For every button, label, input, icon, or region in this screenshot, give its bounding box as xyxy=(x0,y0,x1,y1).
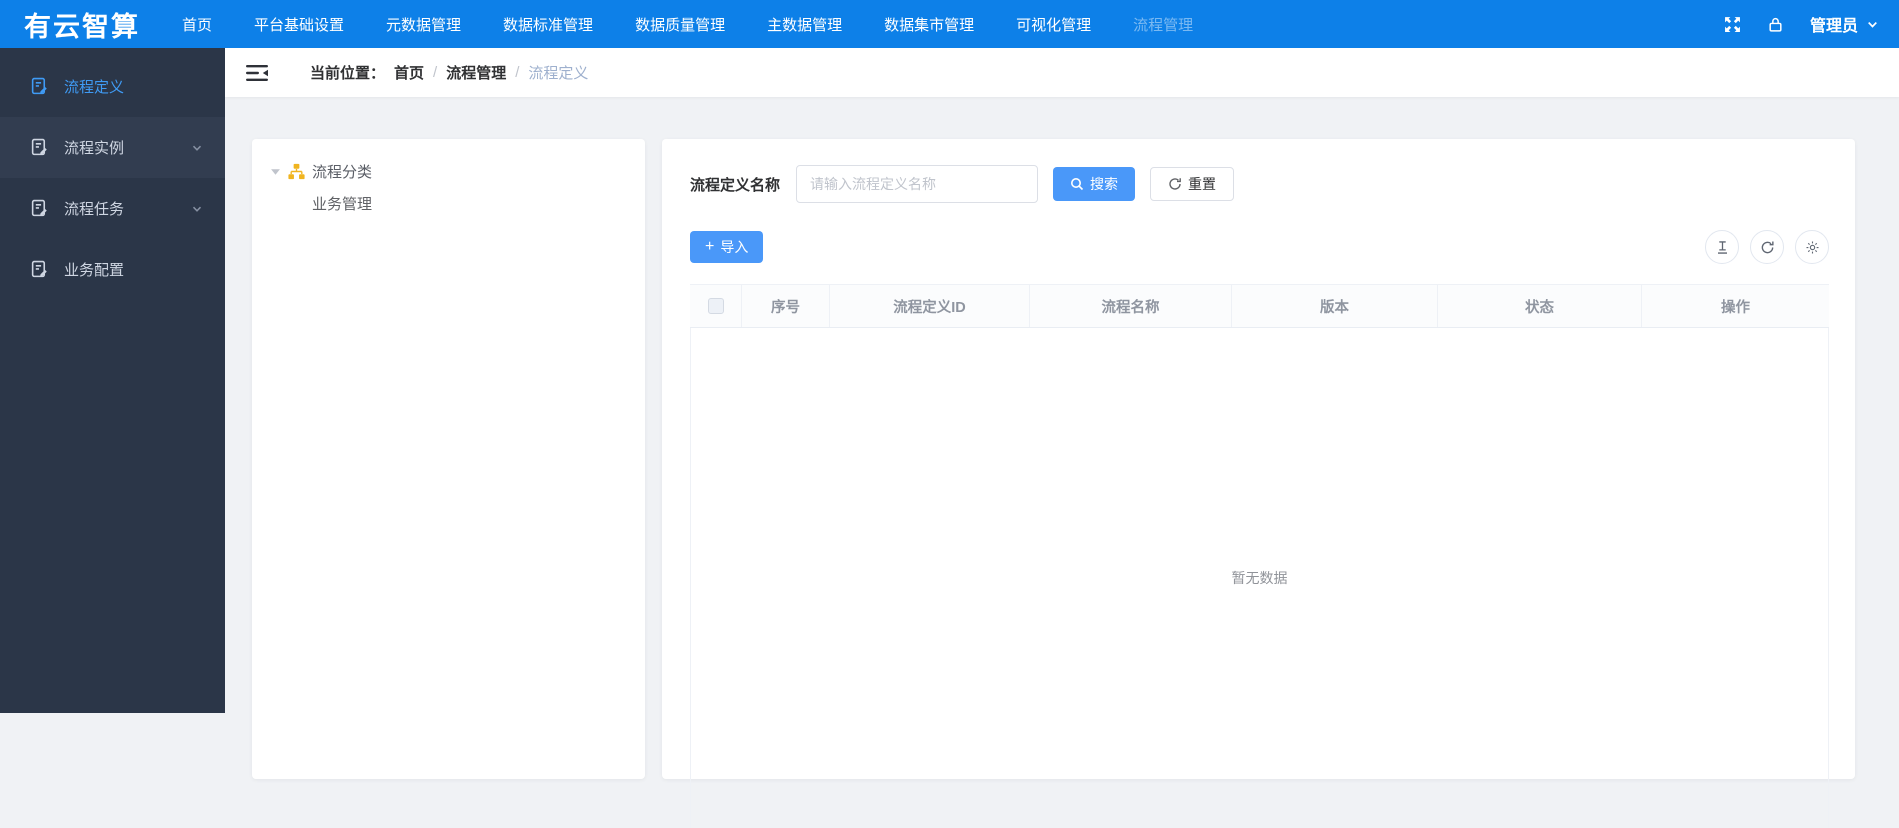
sidebar-item-label: 业务配置 xyxy=(64,262,125,279)
column-header-actions: 操作 xyxy=(1721,299,1750,316)
tree-node-process-category[interactable]: 流程分类 xyxy=(270,161,629,182)
breadcrumb-item-process-management[interactable]: 流程管理 xyxy=(446,62,506,83)
category-tree-panel: 流程分类 业务管理 xyxy=(252,139,645,779)
select-all-checkbox[interactable] xyxy=(707,298,724,314)
breadcrumb-item-home[interactable]: 首页 xyxy=(394,62,424,83)
breadcrumb-separator: / xyxy=(515,64,520,81)
document-edit-icon xyxy=(30,260,49,279)
column-header-index: 序号 xyxy=(742,285,830,327)
reset-button[interactable]: 重置 xyxy=(1150,167,1235,201)
breadcrumb-separator: / xyxy=(433,64,438,81)
breadcrumb-item-current: 流程定义 xyxy=(528,65,589,82)
sidebar-item-label: 流程定义 xyxy=(64,79,125,96)
nav-item-data-standard[interactable]: 数据标准管理 xyxy=(503,14,593,35)
nav-item-data-quality[interactable]: 数据质量管理 xyxy=(635,14,725,35)
main-content: 流程分类 业务管理 流程定义名称 搜索 xyxy=(225,97,1899,828)
table-header-row: 序号 流程定义ID 流程名称 版本 状态 操作 xyxy=(690,285,1829,328)
process-definition-panel: 流程定义名称 搜索 重置 xyxy=(662,139,1855,828)
column-header-status: 状态 xyxy=(1438,285,1642,327)
empty-state-text: 暂无数据 xyxy=(1231,570,1288,586)
nav-item-platform-settings[interactable]: 平台基础设置 xyxy=(254,14,344,35)
nav-item-data-mart[interactable]: 数据集市管理 xyxy=(884,14,974,35)
nav-item-visualization[interactable]: 可视化管理 xyxy=(1016,14,1091,35)
column-settings-button[interactable] xyxy=(1795,230,1829,264)
table-density-button[interactable] xyxy=(1705,230,1739,264)
breadcrumb-bar: 当前位置： 首页 / 流程管理 / 流程定义 xyxy=(225,48,1899,97)
tree-node-business-management[interactable]: 业务管理 xyxy=(312,193,629,214)
document-edit-icon xyxy=(30,77,49,96)
reset-button-label: 重置 xyxy=(1188,176,1217,192)
chevron-down-icon xyxy=(191,203,203,215)
sidebar-item-label: 流程任务 xyxy=(64,201,125,218)
chevron-down-icon xyxy=(191,142,203,154)
table-body-empty: 暂无数据 xyxy=(690,328,1829,828)
column-header-process-definition-id: 流程定义ID xyxy=(830,285,1030,327)
table-tool-icons xyxy=(1705,230,1829,264)
import-button-label: 导入 xyxy=(720,239,749,255)
sidebar-item-label: 流程实例 xyxy=(64,140,125,157)
nav-item-process-management[interactable]: 流程管理 xyxy=(1133,14,1193,35)
column-header-version: 版本 xyxy=(1232,285,1438,327)
search-button-label: 搜索 xyxy=(1090,176,1119,192)
tree-node-label: 流程分类 xyxy=(312,164,373,181)
org-chart-icon xyxy=(288,163,305,180)
top-header-bar: 有云智算 首页 平台基础设置 元数据管理 数据标准管理 数据质量管理 主数据管理… xyxy=(0,0,1899,48)
left-sidebar: 流程定义 流程实例 流程任务 业务配置 xyxy=(0,48,225,713)
nav-item-metadata[interactable]: 元数据管理 xyxy=(386,14,461,35)
breadcrumb-prefix: 当前位置： xyxy=(310,65,386,82)
select-all-header-cell xyxy=(690,285,742,327)
table-toolbar: + 导入 xyxy=(690,230,1829,264)
lock-icon[interactable] xyxy=(1767,16,1784,33)
sidebar-item-business-config[interactable]: 业务配置 xyxy=(0,239,225,300)
user-name: 管理员 xyxy=(1809,18,1858,35)
sidebar-item-process-definition[interactable]: 流程定义 xyxy=(0,56,225,117)
breadcrumb: 当前位置： 首页 / 流程管理 / 流程定义 xyxy=(310,62,588,83)
document-edit-icon xyxy=(30,138,49,157)
search-form: 流程定义名称 搜索 重置 xyxy=(690,165,1829,203)
process-definition-table: 序号 流程定义ID 流程名称 版本 状态 操作 暂无数据 xyxy=(690,284,1829,828)
caret-down-icon[interactable] xyxy=(270,166,281,177)
import-button[interactable]: + 导入 xyxy=(690,231,764,263)
column-header-process-name: 流程名称 xyxy=(1030,285,1232,327)
nav-item-home[interactable]: 首页 xyxy=(182,14,212,35)
process-definition-name-input[interactable] xyxy=(796,165,1039,203)
search-icon xyxy=(1070,177,1084,191)
refresh-table-button[interactable] xyxy=(1750,230,1784,264)
chevron-down-icon xyxy=(1866,18,1879,31)
app-logo: 有云智算 xyxy=(24,11,140,42)
plus-icon: + xyxy=(705,238,715,255)
refresh-icon xyxy=(1168,177,1182,191)
search-field-label: 流程定义名称 xyxy=(690,176,781,194)
sidebar-item-process-instance[interactable]: 流程实例 xyxy=(0,117,225,178)
top-navigation: 首页 平台基础设置 元数据管理 数据标准管理 数据质量管理 主数据管理 数据集市… xyxy=(182,14,1193,35)
topbar-right-tools: 管理员 xyxy=(1724,12,1899,36)
sidebar-item-process-task[interactable]: 流程任务 xyxy=(0,178,225,239)
document-edit-icon xyxy=(30,199,49,218)
fullscreen-icon[interactable] xyxy=(1724,16,1741,33)
nav-item-master-data[interactable]: 主数据管理 xyxy=(767,14,842,35)
user-menu[interactable]: 管理员 xyxy=(1810,12,1879,36)
search-button[interactable]: 搜索 xyxy=(1053,167,1136,201)
sidebar-fold-icon[interactable] xyxy=(246,64,268,82)
